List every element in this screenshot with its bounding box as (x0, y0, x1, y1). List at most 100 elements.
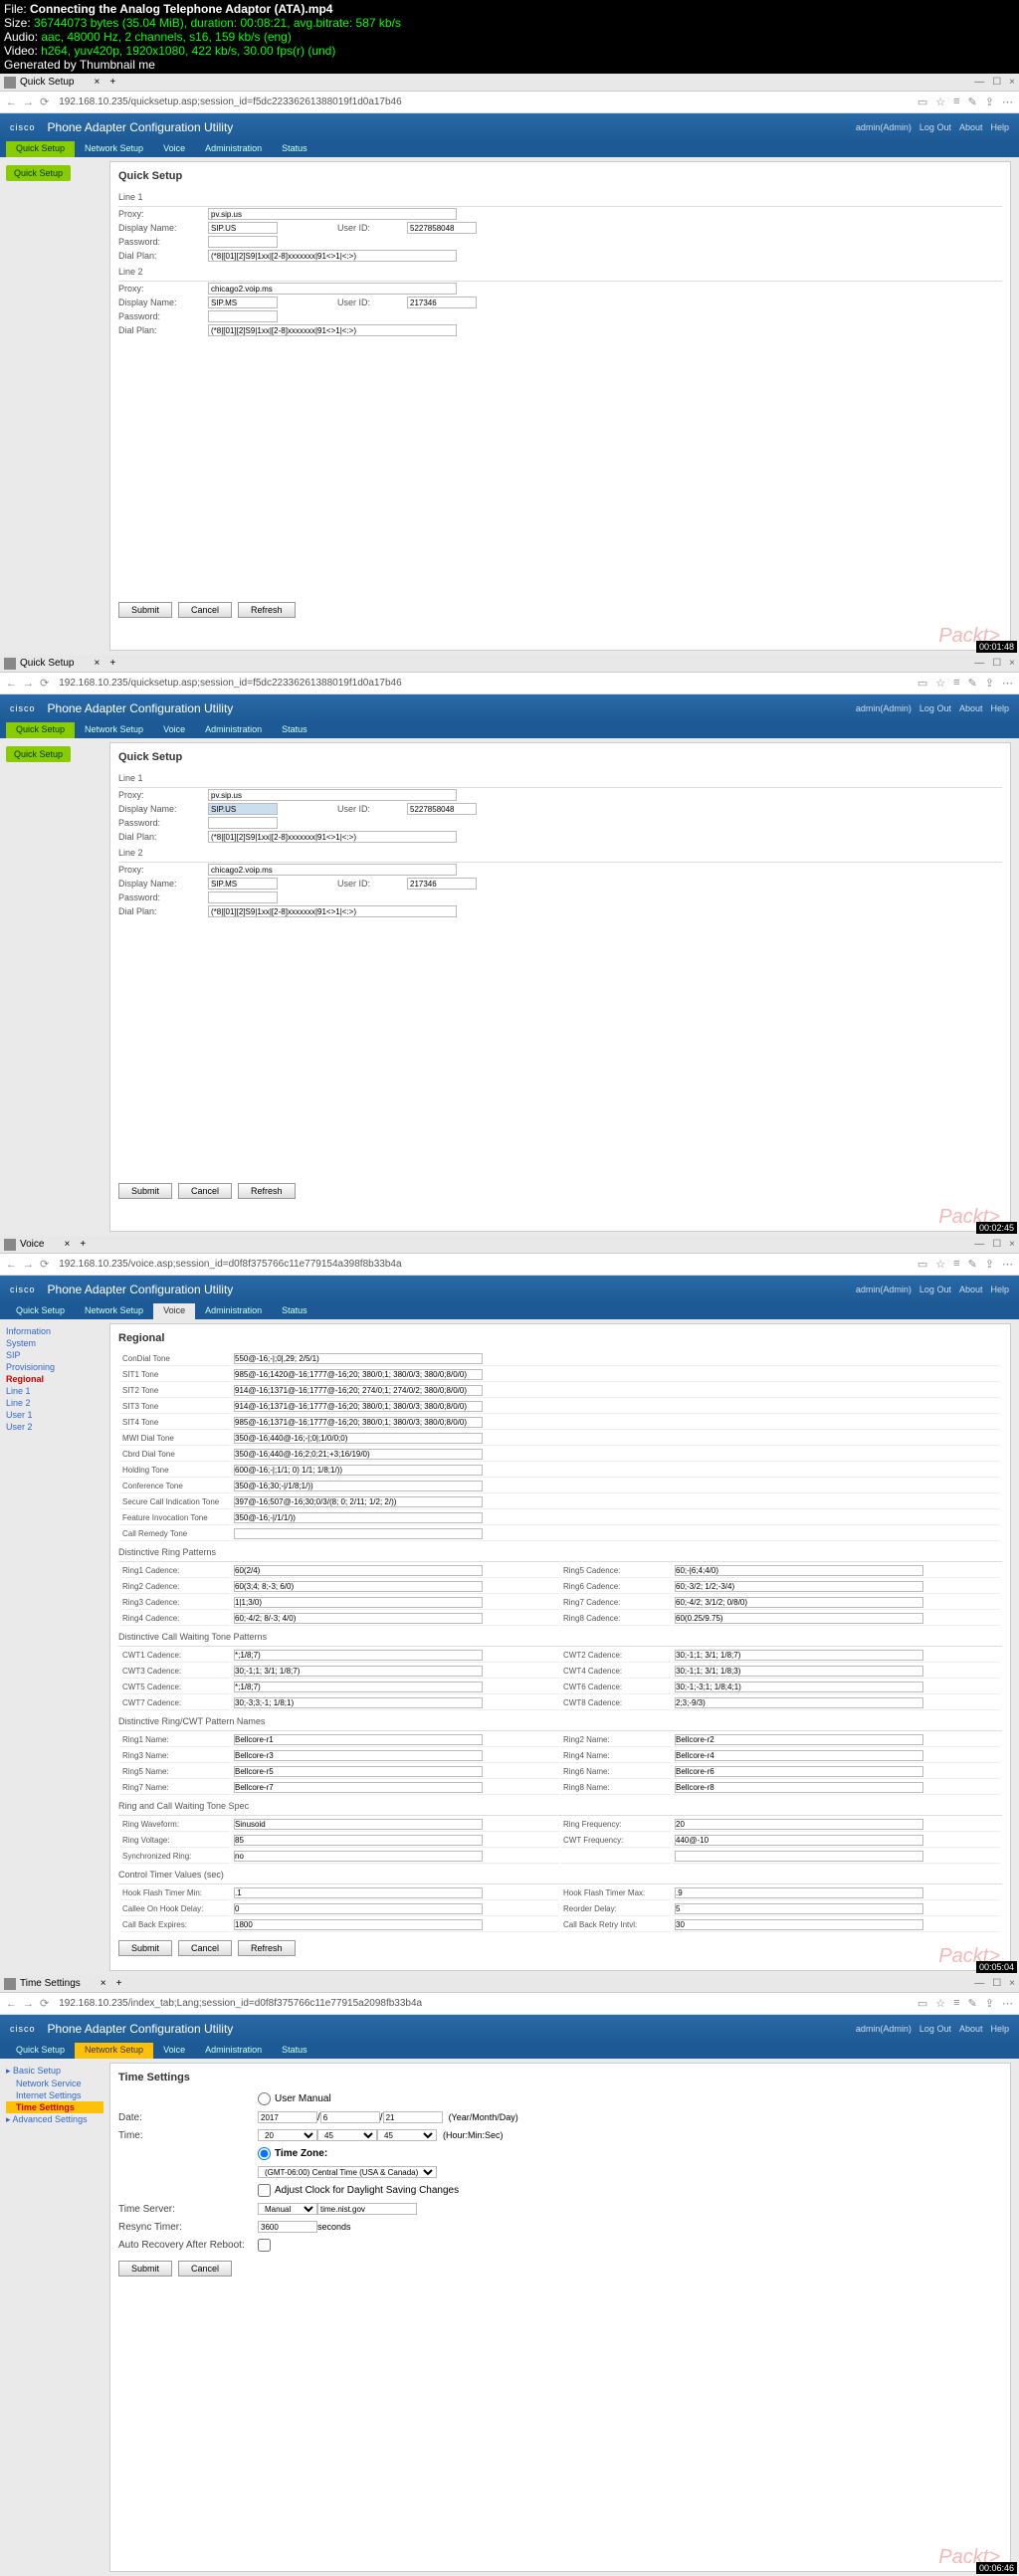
user-manual-radio[interactable] (258, 2092, 271, 2105)
sidebar-basic-setup[interactable]: ▸ Basic Setup (6, 2065, 103, 2078)
sidebar: Quick Setup (0, 157, 109, 655)
dplan2-input[interactable] (208, 324, 457, 336)
timezone-select[interactable]: (GMT-06:00) Central Time (USA & Canada) (258, 2166, 437, 2178)
tserver-input[interactable] (317, 2203, 417, 2215)
notes-icon[interactable]: ✎ (968, 96, 977, 108)
header-links: admin(Admin)Log OutAboutHelp (848, 122, 1009, 132)
sidebar-internet-settings[interactable]: Internet Settings (6, 2089, 103, 2101)
auto-checkbox[interactable] (258, 2239, 271, 2252)
sidebar-system[interactable]: System (6, 1337, 103, 1349)
voice-sidebar: InformationSystemSIPProvisioningRegional… (0, 1319, 109, 1975)
regional-table: ConDial ToneSIT1 ToneSIT2 ToneSIT3 ToneS… (118, 1350, 1002, 1543)
uid2-input[interactable] (407, 297, 477, 308)
ring-table: Ring1 Cadence:Ring5 Cadence:Ring2 Cadenc… (118, 1562, 1002, 1628)
dst-checkbox[interactable] (258, 2184, 271, 2197)
spec-table: Ring Waveform:Ring Frequency:Ring Voltag… (118, 1816, 1002, 1866)
tserver-mode[interactable]: Manual (258, 2203, 317, 2215)
auto-label: Auto Recovery After Reboot: (118, 2240, 258, 2251)
network-sidebar: ▸ Basic SetupNetwork ServiceInternet Set… (0, 2059, 109, 2576)
date-label: Date: (118, 2112, 258, 2123)
tab-status[interactable]: Status (272, 141, 317, 157)
proxy2-input[interactable] (208, 283, 457, 295)
resync-input[interactable] (258, 2221, 317, 2233)
line1-header: Line 1 (118, 188, 1002, 207)
proxy1-input[interactable] (208, 208, 457, 220)
cwt-table: CWT1 Cadence:CWT2 Cadence:CWT3 Cadence:C… (118, 1647, 1002, 1712)
line2-header: Line 2 (118, 263, 1002, 282)
star-icon[interactable]: ☆ (935, 96, 945, 108)
tab-admin[interactable]: Administration (195, 141, 272, 157)
main-panel: Quick Setup Line 1 Proxy: Display Name:U… (109, 161, 1011, 651)
sidebar-sip[interactable]: SIP (6, 1349, 103, 1361)
main-tabs: Quick Setup Network Setup Voice Administ… (0, 141, 1019, 157)
app-header: cisco Phone Adapter Configuration Utilit… (0, 113, 1019, 141)
button-row: Submit Cancel Refresh (118, 596, 1002, 624)
pwd1-input[interactable] (208, 236, 278, 248)
cancel-button[interactable]: Cancel (178, 602, 232, 618)
sidebar-line-2[interactable]: Line 2 (6, 1397, 103, 1409)
address-bar[interactable]: 192.168.10.235/quicksetup.asp;session_id… (55, 95, 912, 109)
sidebar-user-1[interactable]: User 1 (6, 1409, 103, 1421)
tab-voice[interactable]: Voice (153, 141, 195, 157)
sidebar-time-settings[interactable]: Time Settings (6, 2101, 103, 2113)
uid-label: User ID: (337, 223, 407, 233)
tab-icon (4, 77, 16, 89)
screenshot-4: Time Settings×+—☐× ←→⟳192.168.10.235/ind… (0, 1975, 1019, 2576)
timezone-radio[interactable] (258, 2147, 271, 2160)
sidebar-regional[interactable]: Regional (6, 1373, 103, 1385)
new-tab-icon[interactable]: + (109, 77, 115, 88)
sidebar-information[interactable]: Information (6, 1325, 103, 1337)
dplan1-input[interactable] (208, 250, 457, 262)
screenshot-1: Quick Setup × + — ☐ × ← → ⟳ 192.168.10.235… (0, 74, 1019, 655)
dname1-input[interactable] (208, 222, 278, 234)
month-input[interactable] (320, 2111, 380, 2123)
refresh-icon[interactable]: ⟳ (40, 96, 49, 108)
more-icon[interactable]: ⋯ (1002, 96, 1013, 108)
screenshot-3: Voice×+—☐× ←→⟳192.168.10.235/voice.asp;s… (0, 1236, 1019, 1975)
cisco-logo: cisco (10, 122, 36, 132)
dname-label: Display Name: (118, 223, 208, 233)
min-icon[interactable]: — (974, 77, 984, 88)
app-title: Phone Adapter Configuration Utility (48, 120, 234, 134)
reading-icon[interactable]: ▭ (917, 96, 927, 108)
names-table: Ring1 Name:Ring2 Name:Ring3 Name:Ring4 N… (118, 1731, 1002, 1797)
ctrl-table: Hook Flash Timer Min:Hook Flash Timer Ma… (118, 1884, 1002, 1934)
tab-quicksetup[interactable]: Quick Setup (6, 141, 75, 157)
sec-select[interactable]: 45 (377, 2129, 437, 2141)
sidebar-network-service[interactable]: Network Service (6, 2078, 103, 2089)
time-label: Time: (118, 2130, 258, 2141)
sidebar-quicksetup[interactable]: Quick Setup (6, 165, 71, 181)
refresh-button[interactable]: Refresh (238, 602, 296, 618)
day-input[interactable] (383, 2111, 443, 2123)
forward-icon[interactable]: → (23, 97, 34, 108)
page-title: Quick Setup (118, 170, 1002, 182)
share-icon[interactable]: ⇪ (985, 96, 994, 108)
sidebar-user-2[interactable]: User 2 (6, 1421, 103, 1433)
uid1-input[interactable] (407, 222, 477, 234)
tab-title[interactable]: Quick Setup (20, 77, 74, 88)
min-select[interactable]: 45 (317, 2129, 377, 2141)
back-icon[interactable]: ← (6, 97, 17, 108)
pwd-label: Password: (118, 237, 208, 247)
hour-select[interactable]: 20 (258, 2129, 317, 2141)
timestamp: 00:01:48 (976, 641, 1017, 653)
window-titlebar: Quick Setup × + — ☐ × (0, 74, 1019, 92)
dname2-input[interactable] (208, 297, 278, 308)
dname1-input-selected[interactable] (208, 803, 278, 815)
tab-networksetup[interactable]: Network Setup (75, 141, 153, 157)
sidebar-advanced-settings[interactable]: ▸ Advanced Settings (6, 2113, 103, 2126)
pwd2-input[interactable] (208, 310, 278, 322)
max-icon[interactable]: ☐ (992, 77, 1001, 88)
year-input[interactable] (258, 2111, 317, 2123)
submit-button[interactable]: Submit (118, 602, 172, 618)
close-icon[interactable]: × (1009, 77, 1015, 88)
screenshot-2: Quick Setup×+—☐× ←→⟳192.168.10.235/quick… (0, 655, 1019, 1236)
resync-label: Resync Timer: (118, 2222, 258, 2233)
file-meta: File: Connecting the Analog Telephone Ad… (0, 0, 1019, 74)
sidebar-line-1[interactable]: Line 1 (6, 1385, 103, 1397)
dplan-label: Dial Plan: (118, 251, 208, 261)
close-tab-icon[interactable]: × (94, 77, 100, 88)
sidebar-provisioning[interactable]: Provisioning (6, 1361, 103, 1373)
hub-icon[interactable]: ≡ (953, 96, 959, 108)
tserver-label: Time Server: (118, 2204, 258, 2215)
